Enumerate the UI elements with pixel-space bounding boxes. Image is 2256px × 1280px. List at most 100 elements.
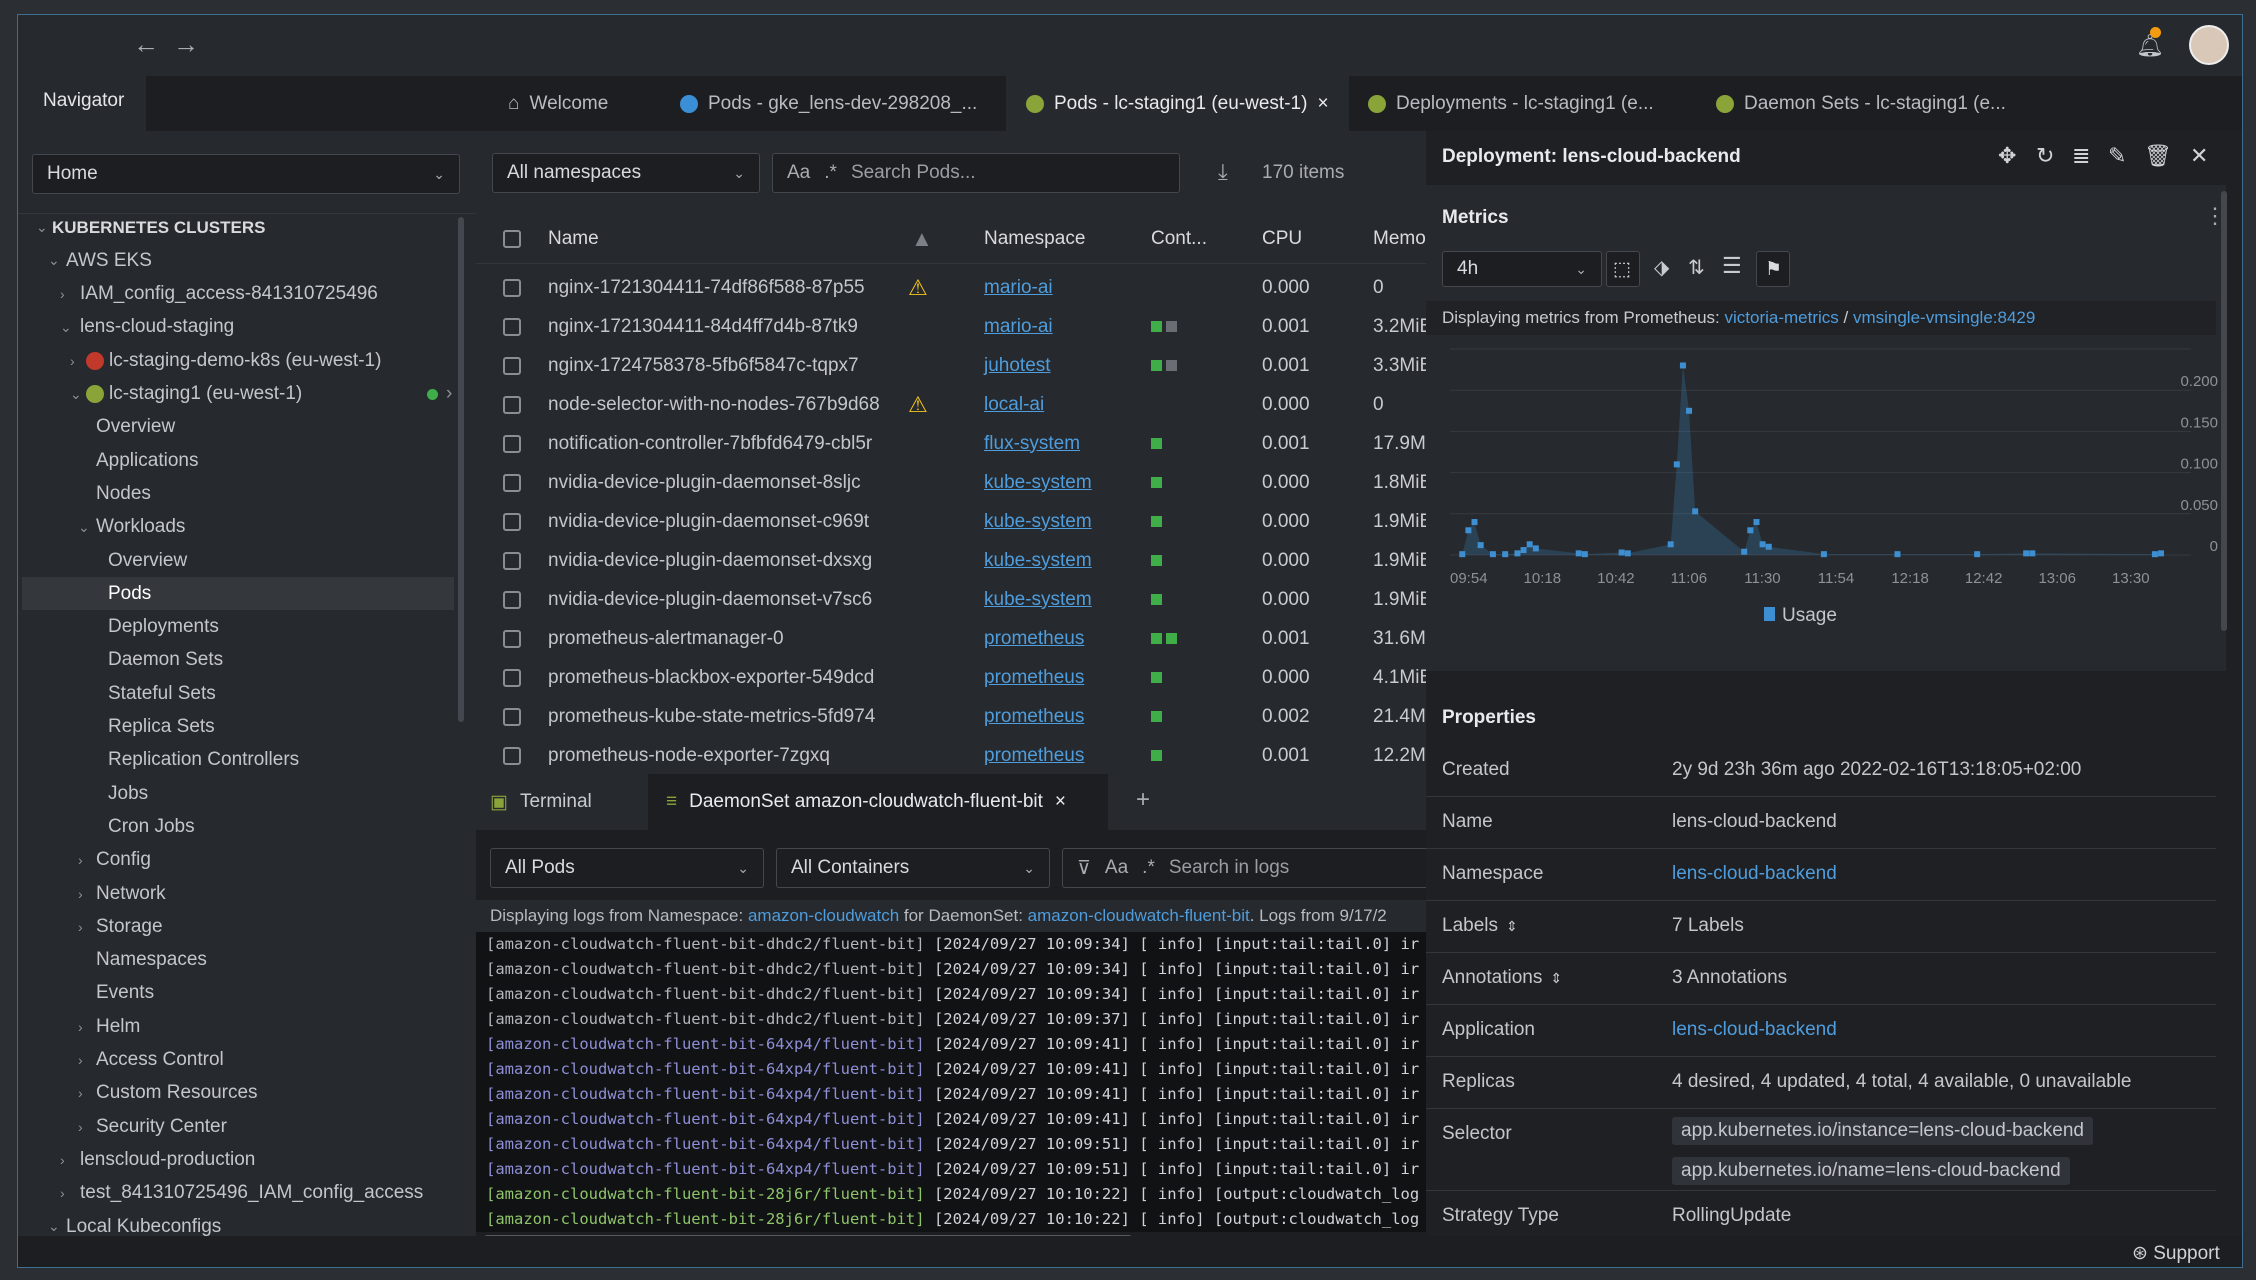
range-select[interactable]: 4h ⌄	[1442, 251, 1602, 287]
restart-icon[interactable]: ↻	[2036, 143, 2054, 169]
chevron-right-icon[interactable]: ›	[78, 886, 83, 902]
sidebar-scrollbar[interactable]	[458, 217, 464, 722]
logs-search[interactable]: ⊽ Aa .* Search in logs	[1062, 848, 1462, 888]
column-namespace[interactable]: Namespace	[984, 228, 1085, 250]
namespace-link[interactable]: local-ai	[984, 394, 1044, 416]
property-value[interactable]: lens-cloud-backend	[1672, 1019, 1837, 1041]
chevron-right-icon[interactable]: ›	[78, 852, 83, 868]
namespace-link[interactable]: prometheus	[984, 706, 1084, 728]
sidebar-item[interactable]: ⌄ AWS EKS	[22, 244, 454, 277]
sidebar-item[interactable]: ⌄ KUBERNETES CLUSTERS	[22, 211, 454, 244]
pod-name[interactable]: nginx-1721304411-74df86f588-87p55	[548, 277, 904, 299]
sidebar-item[interactable]: › lenscloud-production	[22, 1143, 454, 1176]
column-containers[interactable]: Cont...	[1151, 228, 1207, 250]
sidebar-item[interactable]: › test_841310725496_IAM_config_access	[22, 1177, 454, 1210]
namespace-link[interactable]: prometheus	[984, 745, 1084, 767]
pod-name[interactable]: prometheus-kube-state-metrics-5fd974	[548, 706, 904, 728]
row-checkbox[interactable]	[503, 551, 521, 570]
pod-name[interactable]: nvidia-device-plugin-daemonset-v7sc6	[548, 589, 904, 611]
row-checkbox[interactable]	[503, 629, 521, 648]
table-row[interactable]: nginx-1721304411-74df86f588-87p55 ⚠ mario-…	[476, 268, 1444, 307]
chevron-right-icon[interactable]: ›	[78, 1085, 83, 1101]
table-row[interactable]: nvidia-device-plugin-daemonset-8sljc kube…	[476, 463, 1444, 502]
memory-metric-icon[interactable]: ⬗	[1654, 255, 1669, 280]
filesystem-metric-icon[interactable]: ☰	[1722, 253, 1742, 279]
avatar[interactable]	[2189, 25, 2229, 65]
table-row[interactable]: nvidia-device-plugin-daemonset-c969t kube…	[476, 502, 1444, 541]
namespace-link[interactable]: amazon-cloudwatch	[748, 906, 899, 925]
table-row[interactable]: prometheus-blackbox-exporter-549dcd prome…	[476, 658, 1444, 697]
pod-name[interactable]: prometheus-node-exporter-7zgxq	[548, 745, 904, 767]
warning-column-icon[interactable]: ▲	[911, 226, 933, 252]
namespace-link[interactable]: prometheus	[984, 628, 1084, 650]
sidebar-item[interactable]: › Helm	[22, 1010, 454, 1043]
row-checkbox[interactable]	[503, 707, 521, 726]
sidebar-item[interactable]: Applications	[22, 444, 454, 477]
tab-3[interactable]: Deployments - lc-staging1 (e...	[1348, 76, 1674, 131]
row-checkbox[interactable]	[503, 434, 521, 453]
sidebar-item[interactable]: › Security Center	[22, 1110, 454, 1143]
table-row[interactable]: notification-controller-7bfbfd6479-cbl5r…	[476, 424, 1444, 463]
sidebar-item[interactable]: › Custom Resources	[22, 1077, 454, 1110]
tab-daemonset-logs[interactable]: ≡ DaemonSet amazon-cloudwatch-fluent-bit ×	[648, 774, 1108, 830]
namespace-link[interactable]: juhotest	[984, 355, 1051, 377]
pod-name[interactable]: prometheus-blackbox-exporter-549dcd	[548, 667, 904, 689]
select-all-checkbox[interactable]	[503, 229, 521, 248]
table-row[interactable]: nvidia-device-plugin-daemonset-dxsxg kube…	[476, 541, 1444, 580]
chevron-right-icon[interactable]: ›	[78, 1119, 83, 1135]
sidebar-item[interactable]: › Config	[22, 844, 454, 877]
sidebar-item[interactable]: Jobs	[22, 777, 454, 810]
chevron-down-icon[interactable]: ⌄	[70, 386, 82, 403]
filter-icon[interactable]: ⊽	[1077, 857, 1091, 880]
close-tab-icon[interactable]: ×	[1055, 791, 1066, 813]
namespace-link[interactable]: mario-ai	[984, 316, 1053, 338]
match-case-icon[interactable]: Aa	[787, 162, 810, 184]
pod-name[interactable]: nvidia-device-plugin-daemonset-c969t	[548, 511, 904, 533]
legend-label[interactable]: Usage	[1782, 605, 1837, 626]
pod-name[interactable]: nvidia-device-plugin-daemonset-8sljc	[548, 472, 904, 494]
chevron-down-icon[interactable]: ⌄	[60, 319, 72, 336]
back-arrow-icon[interactable]: ←	[133, 29, 159, 60]
tab-0[interactable]: ⌂ Welcome	[488, 76, 628, 131]
row-checkbox[interactable]	[503, 317, 521, 336]
row-checkbox[interactable]	[503, 668, 521, 687]
column-cpu[interactable]: CPU	[1262, 228, 1302, 250]
add-tab-icon[interactable]: +	[1136, 786, 1150, 814]
regex-icon[interactable]: .*	[824, 162, 837, 184]
row-checkbox[interactable]	[503, 473, 521, 492]
expand-toggle-icon[interactable]: ⇕	[1506, 918, 1518, 934]
chevron-right-icon[interactable]: ›	[60, 286, 65, 302]
sidebar-item[interactable]: Namespaces	[22, 944, 454, 977]
row-checkbox[interactable]	[503, 395, 521, 414]
sidebar-item[interactable]: › lc-staging-demo-k8s (eu-west-1)	[22, 344, 454, 377]
pod-name[interactable]: nginx-1724758378-5fb6f5847c-tqpx7	[548, 355, 904, 377]
bell-icon[interactable]: 🔔︎	[2136, 33, 2164, 59]
chevron-right-icon[interactable]: ›	[60, 1185, 65, 1201]
forward-arrow-icon[interactable]: →	[173, 29, 199, 60]
close-tab-icon[interactable]: ×	[1317, 93, 1328, 115]
sidebar-item[interactable]: ⌄ lc-staging1 (eu-west-1) ›	[22, 378, 454, 411]
sidebar-item[interactable]: ⌄ lens-cloud-staging	[22, 311, 454, 344]
delete-icon[interactable]: 🗑︎	[2144, 143, 2172, 169]
chevron-right-icon[interactable]: ›	[78, 919, 83, 935]
support-link[interactable]: ⊛ Support	[2132, 1242, 2220, 1265]
daemonset-link[interactable]: amazon-cloudwatch-fluent-bit	[1028, 906, 1250, 925]
logs-icon[interactable]: ≣	[2072, 143, 2090, 169]
sidebar-item[interactable]: › Storage	[22, 910, 454, 943]
edit-icon[interactable]: ✎	[2108, 143, 2126, 169]
containers-filter-select[interactable]: All Containers ⌄	[776, 848, 1050, 888]
chevron-down-icon[interactable]: ⌄	[78, 519, 90, 536]
sidebar-item[interactable]: › IAM_config_access-841310725496	[22, 278, 454, 311]
chevron-right-icon[interactable]: ›	[78, 1019, 83, 1035]
details-scrollbar[interactable]	[2221, 191, 2227, 631]
sidebar-item[interactable]: › Network	[22, 877, 454, 910]
namespace-link[interactable]: flux-system	[984, 433, 1080, 455]
tab-2[interactable]: Pods - lc-staging1 (eu-west-1) ×	[1006, 76, 1349, 131]
chevron-right-icon[interactable]: ›	[78, 1052, 83, 1068]
search-input[interactable]: Search Pods...	[851, 162, 976, 184]
chevron-down-icon[interactable]: ⌄	[48, 1218, 60, 1235]
row-checkbox[interactable]	[503, 746, 521, 765]
logs-search-input[interactable]: Search in logs	[1169, 857, 1289, 879]
pod-name[interactable]: node-selector-with-no-nodes-767b9d68	[548, 394, 904, 416]
sidebar-item[interactable]: Daemon Sets	[22, 644, 454, 677]
